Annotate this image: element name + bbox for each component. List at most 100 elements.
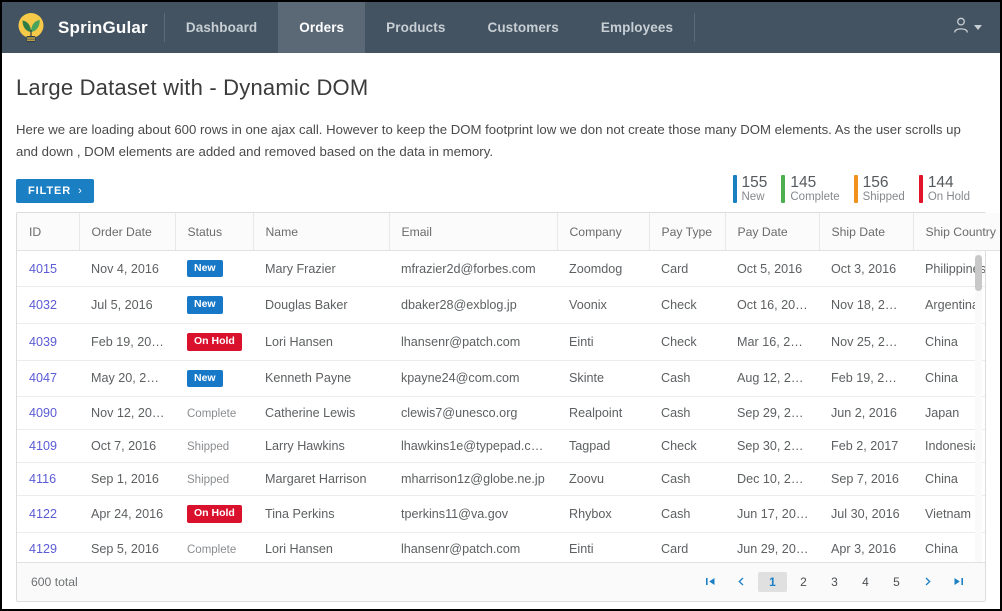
cell-name: Douglas Baker <box>253 287 389 324</box>
status-label: On Hold <box>928 191 970 203</box>
cell-company: Rhybox <box>557 496 649 533</box>
table-scrollbar-thumb[interactable] <box>975 255 982 291</box>
table-row[interactable]: 4122Apr 24, 2016On HoldTina Perkinstperk… <box>17 496 985 533</box>
status-color-bar <box>781 175 785 203</box>
pager-page-5[interactable]: 5 <box>882 572 911 592</box>
column-header-name[interactable]: Name <box>253 213 389 251</box>
status-badge: New <box>187 370 223 388</box>
pager-last-button[interactable] <box>944 572 973 592</box>
pager-page-3[interactable]: 3 <box>820 572 849 592</box>
chevron-down-icon <box>974 25 982 30</box>
status-count: 155 <box>742 175 768 191</box>
column-header-order-date[interactable]: Order Date <box>79 213 175 251</box>
column-header-ship-date[interactable]: Ship Date <box>819 213 913 251</box>
cell-pay-date: Dec 10, 2016 <box>725 463 819 496</box>
table-row[interactable]: 4129Sep 5, 2016CompleteLori Hansenlhanse… <box>17 532 985 562</box>
filter-button[interactable]: FILTER › <box>16 179 94 203</box>
pager-page-2[interactable]: 2 <box>789 572 818 592</box>
cell-company: Voonix <box>557 287 649 324</box>
status-stat-on-hold[interactable]: 144 On Hold <box>919 175 970 203</box>
order-id-link[interactable]: 4122 <box>17 496 79 533</box>
table-scrollbar[interactable] <box>975 251 982 562</box>
status-color-bar <box>733 175 737 203</box>
pager-page-4[interactable]: 4 <box>851 572 880 592</box>
table-row[interactable]: 4039Feb 19, 2017On HoldLori Hansenlhanse… <box>17 323 985 360</box>
column-header-company[interactable]: Company <box>557 213 649 251</box>
table-row[interactable]: 4047May 20, 2016NewKenneth Paynekpayne24… <box>17 360 985 397</box>
cell-name: Tina Perkins <box>253 496 389 533</box>
order-id-link[interactable]: 4129 <box>17 532 79 562</box>
cell-email: kpayne24@com.com <box>389 360 557 397</box>
order-id-link[interactable]: 4090 <box>17 397 79 430</box>
column-header-id[interactable]: ID <box>17 213 79 251</box>
pager-prev-button[interactable] <box>727 572 756 592</box>
nav-item-dashboard[interactable]: Dashboard <box>165 2 278 53</box>
table-row[interactable]: 4015Nov 4, 2016NewMary Fraziermfrazier2d… <box>17 251 985 287</box>
toolbar-row: FILTER › 155 New 145 Complete <box>16 175 986 203</box>
cell-order-date: Nov 4, 2016 <box>79 251 175 287</box>
cell-company: Skinte <box>557 360 649 397</box>
user-menu[interactable] <box>952 2 1000 53</box>
nav-item-products[interactable]: Products <box>365 2 466 53</box>
nav-item-orders[interactable]: Orders <box>278 2 365 53</box>
column-header-status[interactable]: Status <box>175 213 253 251</box>
orders-table-header: IDOrder DateStatusNameEmailCompanyPay Ty… <box>17 213 1002 251</box>
column-header-pay-type[interactable]: Pay Type <box>649 213 725 251</box>
status-stat-new[interactable]: 155 New <box>733 175 768 203</box>
order-id-link[interactable]: 4039 <box>17 323 79 360</box>
status-badge: New <box>187 296 223 314</box>
order-id-link[interactable]: 4116 <box>17 463 79 496</box>
column-header-ship-country[interactable]: Ship Country <box>913 213 1002 251</box>
table-row[interactable]: 4116Sep 1, 2016ShippedMargaret Harrisonm… <box>17 463 985 496</box>
order-id-link[interactable]: 4047 <box>17 360 79 397</box>
cell-name: Catherine Lewis <box>253 397 389 430</box>
order-id-link[interactable]: 4015 <box>17 251 79 287</box>
cell-name: Larry Hawkins <box>253 430 389 463</box>
column-header-email[interactable]: Email <box>389 213 557 251</box>
pager-first-button[interactable] <box>696 572 725 592</box>
cell-email: lhawkins1e@typepad.com <box>389 430 557 463</box>
cell-company: Zoovu <box>557 463 649 496</box>
nav-item-employees[interactable]: Employees <box>580 2 694 53</box>
cell-ship-date: Nov 18, 2016 <box>819 287 913 324</box>
table-row[interactable]: 4032Jul 5, 2016NewDouglas Bakerdbaker28@… <box>17 287 985 324</box>
status-cell: Complete <box>175 397 253 430</box>
cell-ship-date: Nov 25, 2016 <box>819 323 913 360</box>
cell-pay-type: Cash <box>649 496 725 533</box>
pager-next-button[interactable] <box>913 572 942 592</box>
order-id-link[interactable]: 4032 <box>17 287 79 324</box>
cell-ship-date: Apr 3, 2016 <box>819 532 913 562</box>
table-row[interactable]: 4090Nov 12, 2016CompleteCatherine Lewisc… <box>17 397 985 430</box>
cell-pay-date: Sep 30, 2016 <box>725 430 819 463</box>
cell-pay-type: Check <box>649 287 725 324</box>
brand-logo[interactable]: SprinGular <box>2 2 164 53</box>
cell-name: Margaret Harrison <box>253 463 389 496</box>
page-description: Here we are loading about 600 rows in on… <box>16 119 976 163</box>
status-cell: Complete <box>175 532 253 562</box>
user-icon <box>952 16 970 39</box>
nav-item-customers[interactable]: Customers <box>466 2 579 53</box>
status-cell: New <box>175 251 253 287</box>
cell-pay-type: Card <box>649 251 725 287</box>
cell-pay-type: Card <box>649 532 725 562</box>
table-row[interactable]: 4109Oct 7, 2016ShippedLarry Hawkinslhawk… <box>17 430 985 463</box>
table-scroll-region[interactable]: 4015Nov 4, 2016NewMary Fraziermfrazier2d… <box>17 251 985 562</box>
cell-pay-type: Cash <box>649 463 725 496</box>
cell-name: Kenneth Payne <box>253 360 389 397</box>
status-cell: New <box>175 287 253 324</box>
column-header-pay-date[interactable]: Pay Date <box>725 213 819 251</box>
cell-order-date: Oct 7, 2016 <box>79 430 175 463</box>
cell-company: Einti <box>557 323 649 360</box>
cell-ship-date: Oct 3, 2016 <box>819 251 913 287</box>
status-cell: Shipped <box>175 463 253 496</box>
cell-ship-date: Jun 2, 2016 <box>819 397 913 430</box>
status-cell: New <box>175 360 253 397</box>
page-content: Large Dataset with - Dynamic DOM Here we… <box>2 53 1000 602</box>
status-stat-complete[interactable]: 145 Complete <box>781 175 839 203</box>
status-stat-shipped[interactable]: 156 Shipped <box>854 175 905 203</box>
status-count: 144 <box>928 175 970 191</box>
pager-page-1[interactable]: 1 <box>758 572 787 592</box>
chevron-right-icon: › <box>78 185 83 197</box>
order-id-link[interactable]: 4109 <box>17 430 79 463</box>
cell-email: dbaker28@exblog.jp <box>389 287 557 324</box>
